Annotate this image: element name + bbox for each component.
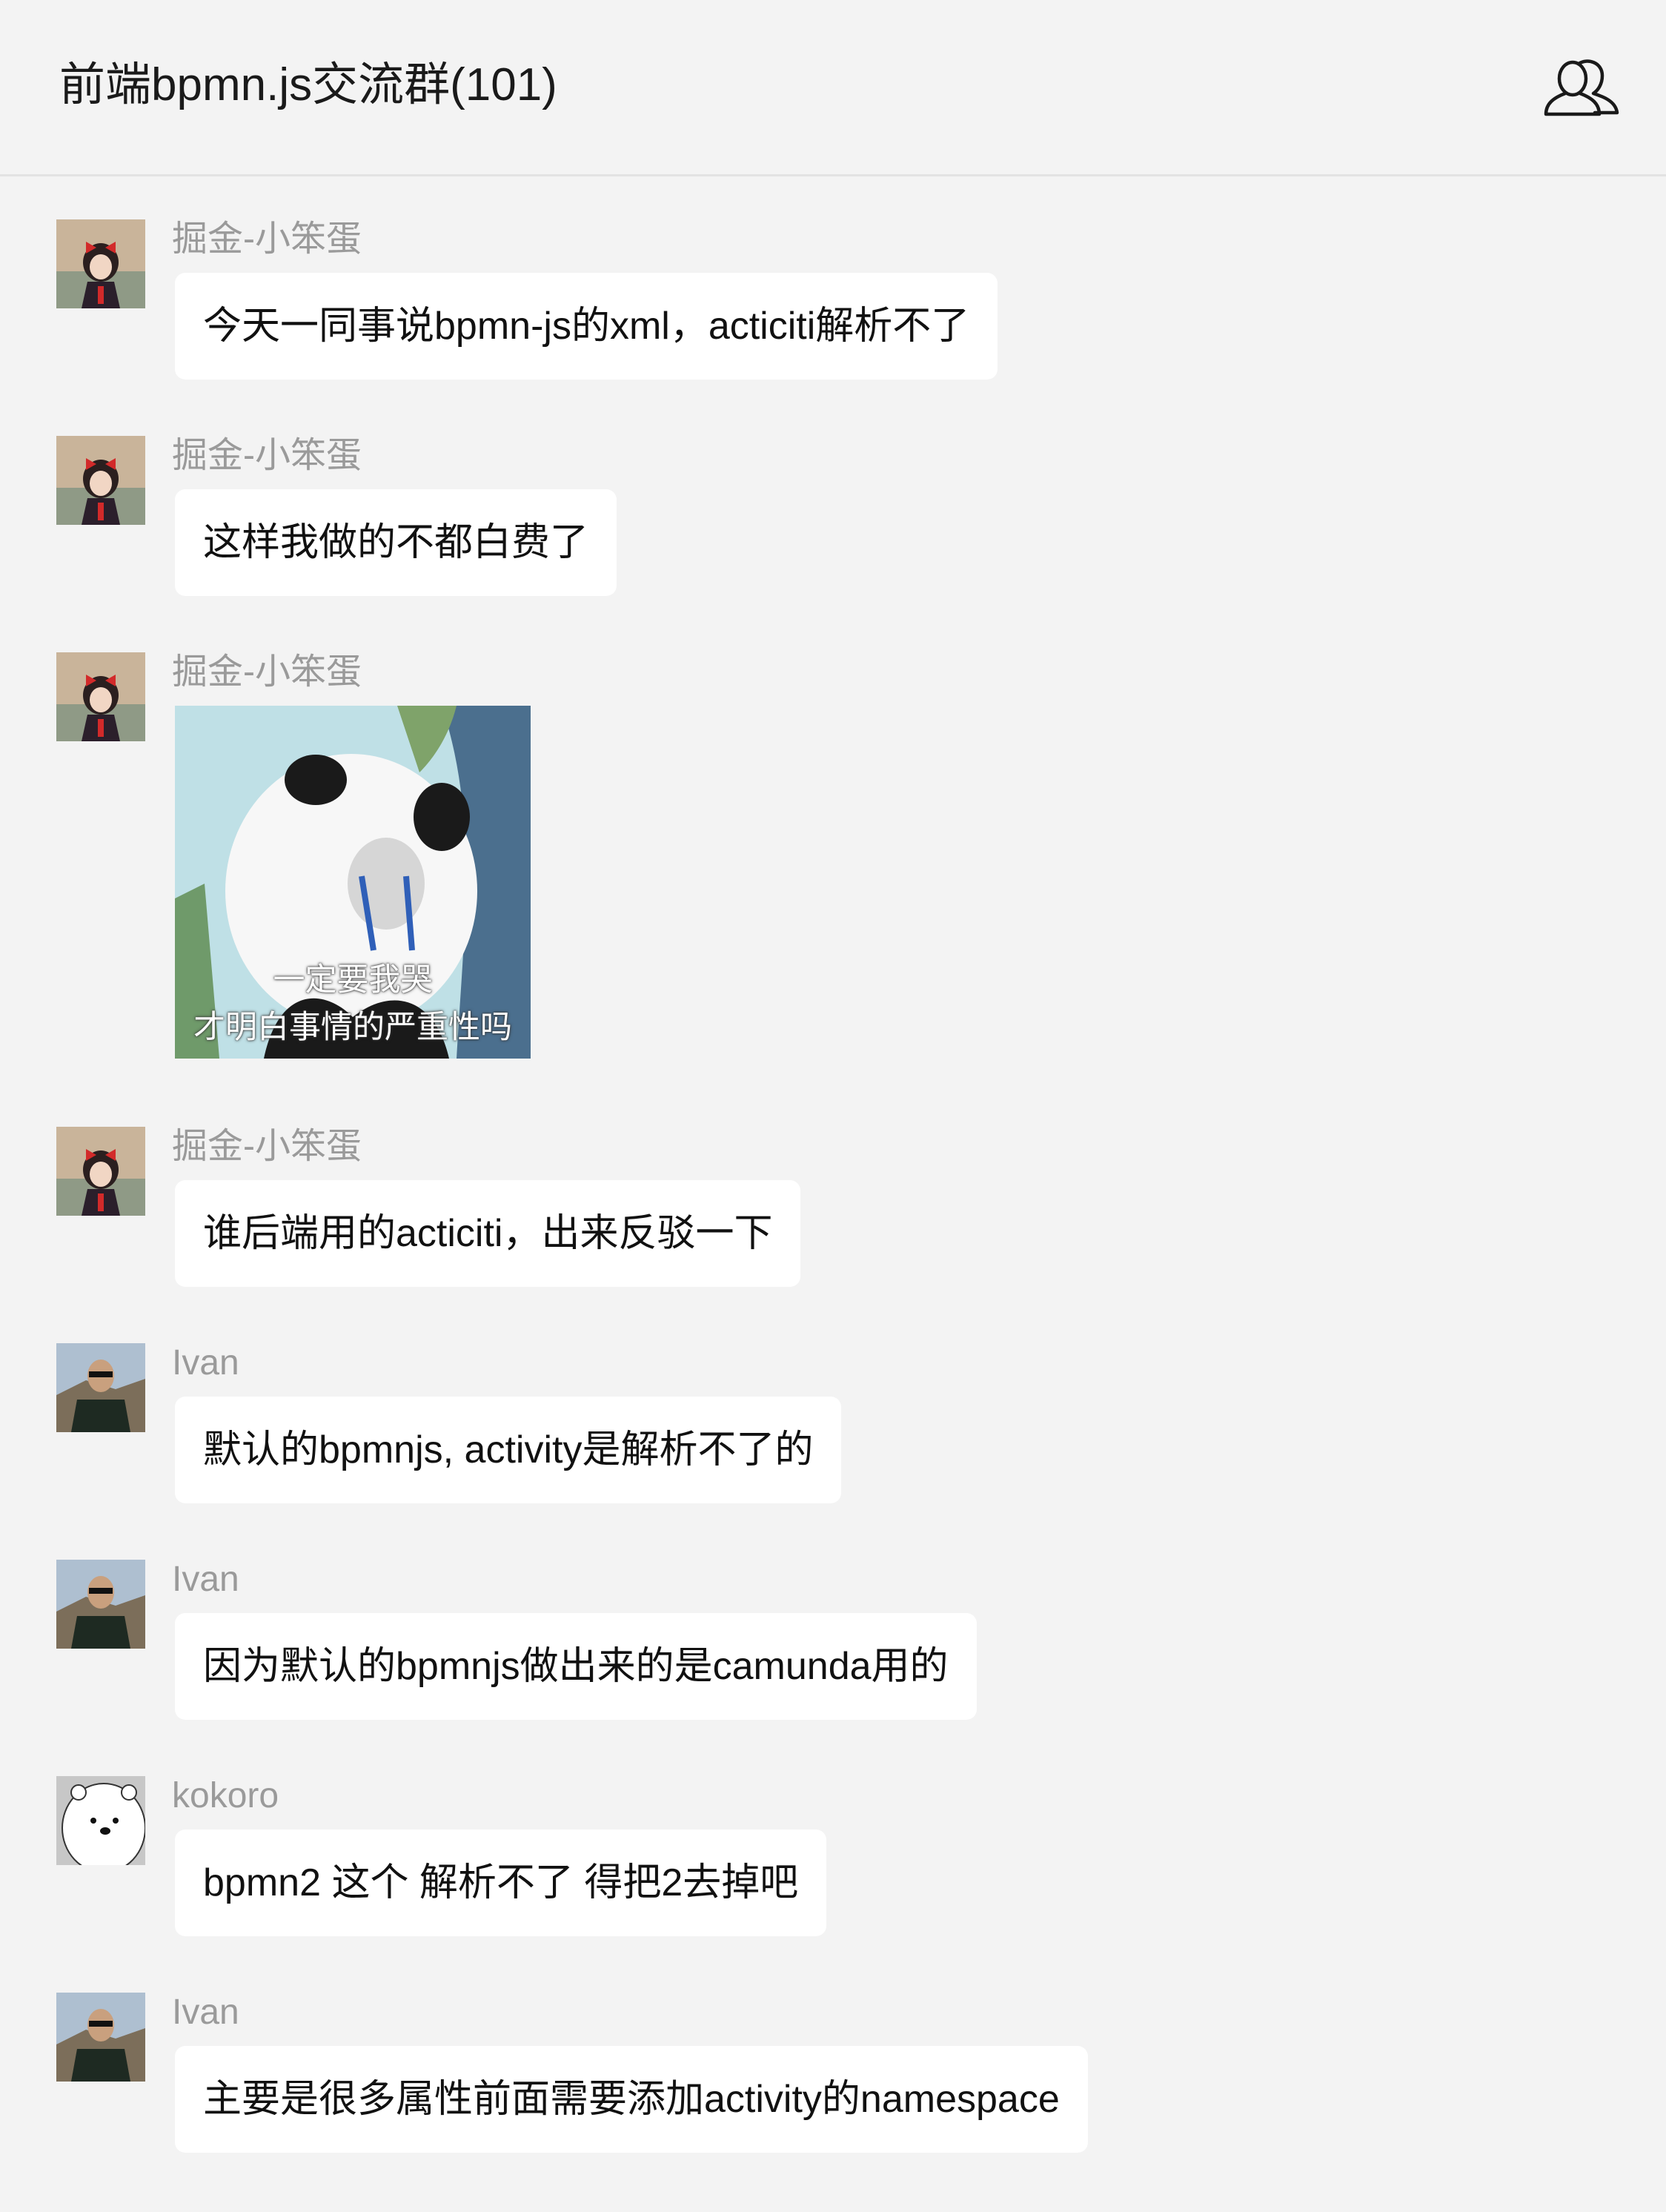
message-bubble[interactable]: 默认的bpmnjs, activity是解析不了的	[175, 1397, 842, 1503]
message-bubble[interactable]: 今天一同事说bpmn-js的xml，acticiti解析不了	[175, 273, 998, 380]
girl-avatar[interactable]	[56, 219, 145, 308]
sticker-caption: 一定要我哭	[273, 962, 433, 998]
sender-name: Ivan	[172, 1343, 239, 1382]
group-title: 前端bpmn.js交流群(101)	[59, 59, 557, 110]
girl-avatar[interactable]	[56, 436, 145, 525]
sender-name: 掘金-小笨蛋	[172, 436, 362, 475]
sender-name: 掘金-小笨蛋	[172, 1127, 362, 1166]
sender-name: 掘金-小笨蛋	[172, 652, 362, 692]
message-bubble[interactable]: bpmn2 这个 解析不了 得把2去掉吧	[175, 1829, 827, 1936]
sender-name: kokoro	[172, 1776, 279, 1815]
polar-bear-avatar[interactable]	[56, 1776, 145, 1865]
message-bubble[interactable]: 谁后端用的acticiti，出来反驳一下	[175, 1180, 801, 1287]
message-bubble[interactable]: 因为默认的bpmnjs做出来的是camunda用的	[175, 1613, 977, 1720]
sender-name: Ivan	[172, 1560, 239, 1599]
man-avatar[interactable]	[56, 1993, 145, 2082]
chat-header: 前端bpmn.js交流群(101)	[0, 0, 1666, 176]
message-bubble[interactable]: 主要是很多属性前面需要添加activity的namespace	[175, 2046, 1088, 2153]
panda-crying-sticker[interactable]: 一定要我哭 才明白事情的严重性吗	[175, 706, 531, 1059]
message-list[interactable]: 掘金-小笨蛋 今天一同事说bpmn-js的xml，acticiti解析不了 掘金…	[0, 178, 1666, 2212]
man-avatar[interactable]	[56, 1343, 145, 1432]
group-members-icon[interactable]	[1543, 53, 1620, 120]
girl-avatar[interactable]	[56, 1127, 145, 1216]
sticker-caption: 才明白事情的严重性吗	[193, 1010, 512, 1045]
girl-avatar[interactable]	[56, 652, 145, 741]
sender-name: Ivan	[172, 1993, 239, 2032]
sender-name: 掘金-小笨蛋	[172, 219, 362, 259]
man-avatar[interactable]	[56, 1560, 145, 1649]
chat-window: 前端bpmn.js交流群(101) 掘金-小笨蛋 今天一同事说bpmn-js的x…	[0, 0, 1666, 2212]
message-bubble[interactable]: 这样我做的不都白费了	[175, 489, 617, 596]
